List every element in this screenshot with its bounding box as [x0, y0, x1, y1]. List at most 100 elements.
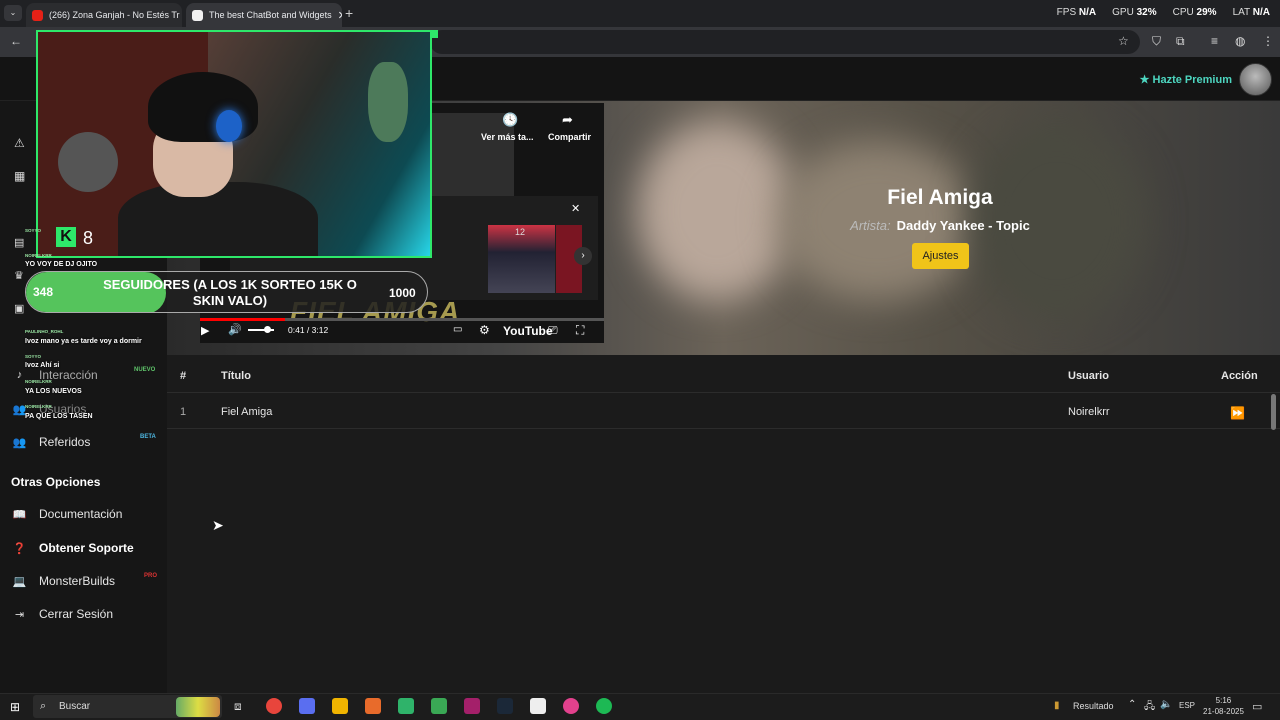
- sidebar-item-label: MonsterBuilds: [39, 574, 116, 588]
- headphone-shape: [216, 110, 242, 142]
- clock-icon[interactable]: 🕓: [502, 112, 518, 128]
- laptop-icon: 💻: [12, 575, 27, 588]
- lat-stat: LAT N/A: [1232, 7, 1270, 18]
- tray-chevron-icon[interactable]: ⌃: [1128, 699, 1136, 710]
- tab-youtube[interactable]: (266) Zona Ganjah - No Estés Tr ✕: [26, 3, 182, 27]
- artist-line: Artista: Daddy Yankee - Topic: [820, 218, 1060, 233]
- volume-handle[interactable]: [264, 326, 271, 333]
- app-icon[interactable]: [464, 698, 480, 714]
- chat-message: YO VOY DE DJ OJITO: [25, 261, 98, 268]
- app-icon[interactable]: [365, 698, 381, 714]
- app-icon[interactable]: [431, 698, 447, 714]
- queue-table-header: [167, 359, 1280, 393]
- goal-max: 1000: [389, 286, 416, 300]
- premium-link[interactable]: ★ Hazte Premium: [1140, 73, 1232, 86]
- person-hair-shape: [148, 72, 258, 142]
- clock[interactable]: 5:16 21-08-2025: [1203, 695, 1244, 717]
- skip-forward-icon[interactable]: ⏩: [1230, 406, 1245, 420]
- profile-icon[interactable]: ◍: [1235, 34, 1245, 48]
- tray-result-label: Resultado: [1073, 701, 1114, 711]
- watch-later-label[interactable]: Ver más ta...: [481, 132, 534, 142]
- sidebar-item-label: Obtener Soporte: [39, 541, 134, 555]
- chat-username: PAULINHO_ROHL: [25, 329, 64, 334]
- menu-kebab-icon[interactable]: ⋮: [1262, 34, 1274, 48]
- sidebar-item-label: Referidos: [39, 435, 91, 449]
- shield-icon[interactable]: ⛉: [1152, 34, 1161, 49]
- thumb-number: 12: [515, 227, 526, 237]
- tab-search-button[interactable]: ⌄: [4, 5, 22, 21]
- sidebar-item-documentacion[interactable]: 📖 Documentación: [12, 507, 123, 521]
- mouse-cursor-icon: ➤: [212, 517, 224, 533]
- volume-icon[interactable]: 🔊: [228, 323, 242, 336]
- chrome-icon[interactable]: [266, 698, 282, 714]
- gpu-stat: GPU 32%: [1112, 7, 1157, 18]
- kick-logo-icon: K: [56, 227, 76, 247]
- youtube-favicon-icon: [32, 9, 43, 21]
- row-user: Noirelkrr: [1068, 406, 1110, 418]
- premium-label: Hazte Premium: [1152, 74, 1232, 86]
- epic-games-icon[interactable]: [530, 698, 546, 714]
- play-icon[interactable]: ▶: [201, 324, 209, 337]
- subtitles-icon[interactable]: ▭: [453, 324, 462, 335]
- back-icon[interactable]: ←: [10, 34, 22, 48]
- cpu-stat: CPU 29%: [1172, 7, 1217, 18]
- chat-username: NOIRELKRR: [25, 404, 52, 409]
- steam-icon[interactable]: [497, 698, 513, 714]
- fullscreen-icon[interactable]: ⛶: [576, 323, 584, 338]
- chat-username: SOYYO: [25, 228, 42, 233]
- file-explorer-icon[interactable]: [332, 698, 348, 714]
- app-icon[interactable]: [398, 698, 414, 714]
- close-icon[interactable]: ✕: [571, 202, 580, 215]
- app-icon[interactable]: [563, 698, 579, 714]
- goal-current: 348: [33, 285, 54, 299]
- discord-icon[interactable]: [299, 698, 315, 714]
- avatar[interactable]: [1239, 63, 1272, 96]
- sidebar-item-label: Documentación: [39, 507, 123, 521]
- cast-icon[interactable]: ⎚: [548, 323, 558, 338]
- url-field[interactable]: [430, 30, 1140, 54]
- spotify-icon[interactable]: [596, 698, 612, 714]
- chat-username: NOIRELKRR: [25, 379, 52, 384]
- col-user: Usuario: [1068, 370, 1109, 382]
- suggested-video-thumbnail[interactable]: 12: [488, 225, 555, 293]
- windows-start-icon[interactable]: ⊞: [10, 700, 20, 714]
- task-view-icon[interactable]: ⧈: [234, 699, 242, 714]
- tab-chatbot[interactable]: The best ChatBot and Widgets ✕: [186, 3, 342, 27]
- sidebar-item-soporte[interactable]: ❓ Obtener Soporte: [12, 541, 134, 555]
- clock-date: 21-08-2025: [1203, 707, 1244, 716]
- search-placeholder: Buscar: [59, 701, 91, 712]
- progress-fill: [200, 318, 285, 321]
- volume-tray-icon[interactable]: 🔈: [1160, 699, 1172, 710]
- new-tab-button[interactable]: +: [345, 5, 353, 21]
- card-icon: ▤: [14, 237, 25, 249]
- ajustes-button[interactable]: Ajustes: [912, 243, 969, 269]
- tray-app-icon[interactable]: ▮: [1054, 700, 1060, 711]
- share-icon[interactable]: ➦: [562, 112, 573, 128]
- extensions-icon[interactable]: ⧉: [1176, 34, 1185, 49]
- new-badge: NUEVO: [134, 367, 156, 373]
- sidebar-item-monsterbuilds[interactable]: 💻 MonsterBuilds: [12, 574, 115, 588]
- share-label[interactable]: Compartir: [548, 132, 591, 142]
- youtube-logo[interactable]: YouTube: [503, 324, 553, 338]
- col-number: #: [180, 370, 187, 382]
- close-tab-icon[interactable]: ✕: [338, 9, 342, 22]
- sidebar-item-cerrar-sesion[interactable]: ⇥ Cerrar Sesión: [12, 607, 113, 621]
- viewer-count: 8: [83, 228, 94, 248]
- person-body-shape: [118, 182, 318, 256]
- sidebar-item-label: Cerrar Sesión: [39, 607, 114, 621]
- col-action: Acción: [1221, 370, 1258, 382]
- network-icon[interactable]: 🖧: [1144, 699, 1155, 716]
- language-indicator[interactable]: ESP: [1179, 701, 1195, 710]
- sidebar-item-referidos[interactable]: 👥 Referidos: [12, 435, 91, 449]
- bookmark-star-icon[interactable]: ☆: [1118, 34, 1129, 48]
- next-suggestion-icon[interactable]: ›: [574, 247, 592, 265]
- logout-icon: ⇥: [14, 608, 25, 621]
- media-control-icon[interactable]: ≡: [1211, 34, 1218, 48]
- scrollbar[interactable]: [1271, 394, 1276, 430]
- chat-message: Ivoz Ahí si: [25, 362, 60, 369]
- warning-icon: ⚠: [14, 136, 25, 150]
- settings-gear-icon[interactable]: ⚙: [479, 323, 490, 337]
- overlay-corner-shape: [432, 30, 438, 38]
- goal-text: SEGUIDORES (A LOS 1K SORTEO 15K O SKIN V…: [103, 277, 357, 308]
- notifications-icon[interactable]: ▭: [1252, 700, 1262, 713]
